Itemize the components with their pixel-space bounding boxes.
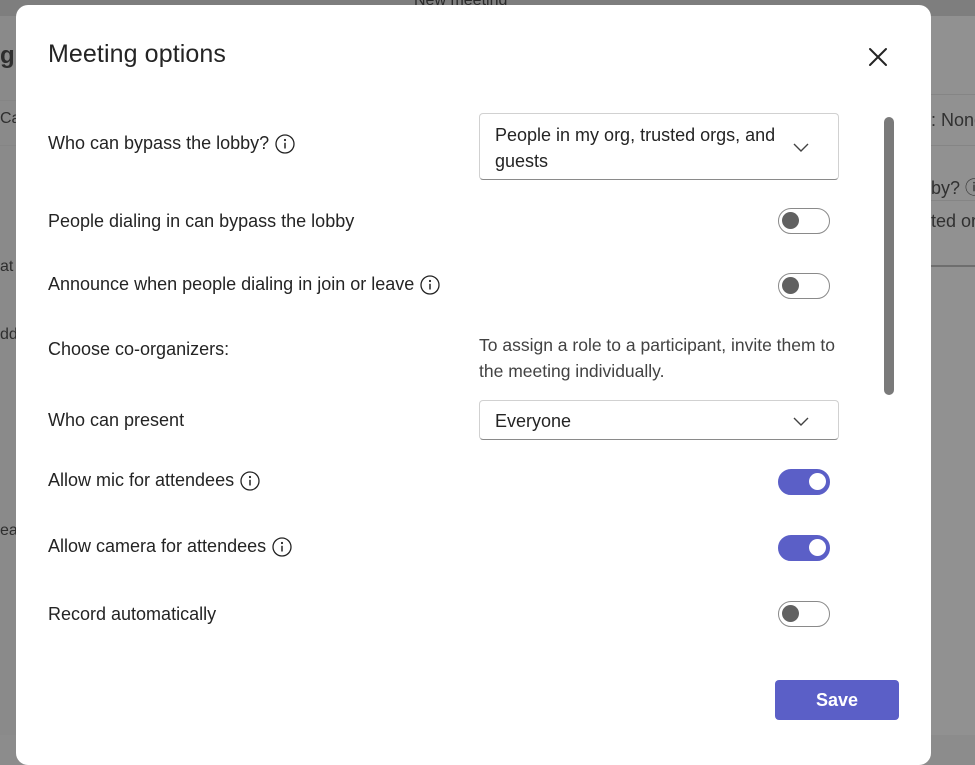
info-icon[interactable] [420, 274, 440, 295]
option-lobby-bypass-label: Who can bypass the lobby? [48, 133, 295, 154]
option-allow-camera-label: Allow camera for attendees [48, 536, 292, 557]
background-divider [931, 94, 975, 95]
record-automatically-toggle[interactable] [778, 601, 830, 627]
toggle-knob [809, 473, 826, 490]
allow-camera-toggle[interactable] [778, 535, 830, 561]
option-announce-dialin-label: Announce when people dialing in join or … [48, 274, 440, 295]
option-label-text: Allow camera for attendees [48, 536, 267, 556]
announce-dialin-toggle[interactable] [778, 273, 830, 299]
background-divider [0, 100, 16, 101]
option-label-text: Record automatically [48, 604, 217, 624]
save-button[interactable]: Save [775, 680, 899, 720]
dropdown-value: Everyone [495, 411, 572, 431]
option-label-text: People dialing in can bypass the lobby [48, 211, 355, 231]
option-label-text: Choose co-organizers: [48, 339, 230, 359]
option-label-text: Announce when people dialing in join or … [48, 274, 415, 294]
meeting-options-dialog: Meeting options Who can bypass the lobby… [16, 5, 931, 765]
who-can-present-dropdown[interactable]: Everyone [479, 400, 839, 440]
dropdown-value: People in my org, trusted orgs, and gues… [495, 125, 776, 171]
option-record-automatically-label: Record automatically [48, 604, 216, 625]
background-divider [0, 145, 16, 146]
toggle-knob [782, 605, 799, 622]
info-icon[interactable] [275, 133, 295, 154]
background-left-fragment: dd [0, 326, 16, 343]
background-divider [931, 265, 975, 267]
background-right-fragment: by? ⓘ [931, 178, 975, 198]
background-divider [931, 145, 975, 146]
toggle-knob [782, 212, 799, 229]
chevron-down-icon [792, 138, 810, 156]
option-allow-mic-label: Allow mic for attendees [48, 470, 260, 491]
background-divider [931, 200, 975, 201]
background-right-fragment: : None [931, 110, 975, 130]
option-coorganizers-label: Choose co-organizers: [48, 339, 229, 360]
dialin-bypass-toggle[interactable] [778, 208, 830, 234]
close-button[interactable] [864, 43, 892, 71]
option-label-text: Who can bypass the lobby? [48, 133, 270, 153]
option-label-text: Who can present [48, 410, 185, 430]
background-left-fragment: eat [0, 522, 16, 539]
lobby-bypass-dropdown[interactable]: People in my org, trusted orgs, and gues… [479, 113, 839, 180]
coorganizers-helper-text: To assign a role to a participant, invit… [479, 335, 836, 381]
background-left-fragment: at [0, 258, 14, 275]
info-icon[interactable] [272, 536, 292, 557]
toggle-knob [809, 539, 826, 556]
background-left-fragment: g [0, 42, 15, 69]
chevron-down-icon [792, 412, 810, 430]
option-label-text: Allow mic for attendees [48, 470, 235, 490]
toggle-knob [782, 277, 799, 294]
info-icon[interactable] [240, 470, 260, 491]
option-dialin-bypass-label: People dialing in can bypass the lobby [48, 211, 354, 232]
option-who-can-present-label: Who can present [48, 410, 184, 431]
allow-mic-toggle[interactable] [778, 469, 830, 495]
background-right-fragment: ted or [931, 211, 975, 231]
dialog-title: Meeting options [48, 40, 227, 68]
scrollbar-thumb[interactable] [884, 117, 894, 395]
close-icon [864, 48, 892, 75]
background-left-fragment: Ca [0, 110, 16, 127]
